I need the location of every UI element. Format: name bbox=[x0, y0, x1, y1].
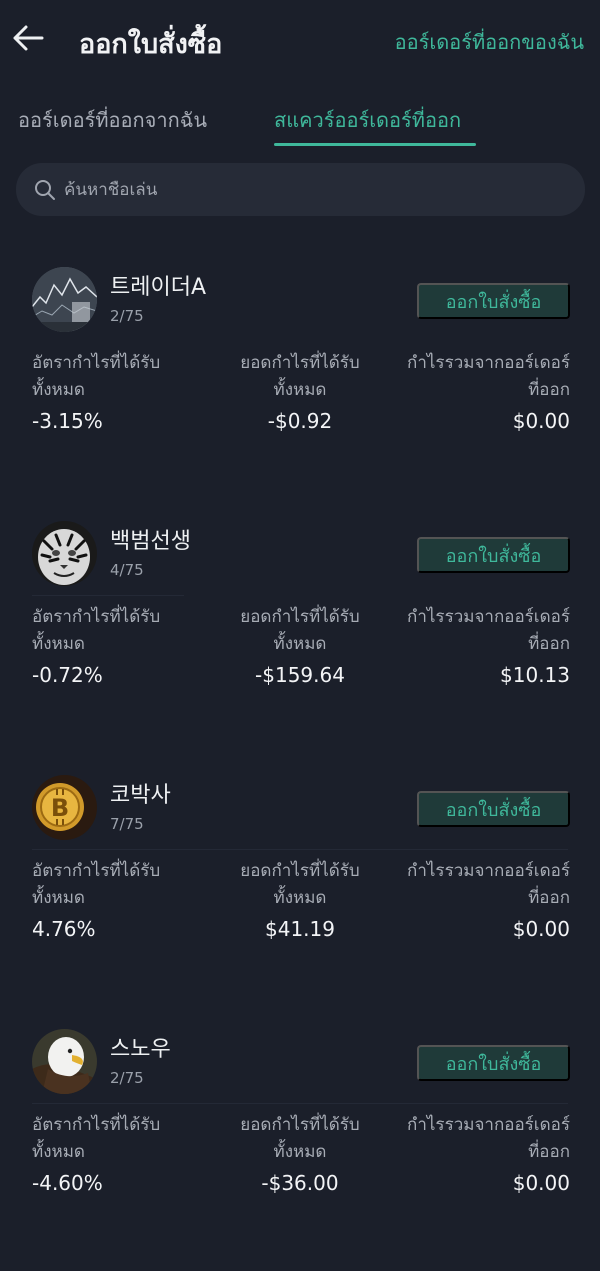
trader-card: B 코박사 7/75 ออกใบสั่งซื้อ อัตรากำไรที่ได้… bbox=[0, 763, 600, 1017]
follower-count: 4/75 bbox=[110, 561, 144, 579]
active-tab-indicator bbox=[274, 143, 476, 146]
trader-name: 트레이더A bbox=[110, 275, 207, 300]
trader-name: 백범선생 bbox=[110, 529, 191, 554]
back-button[interactable] bbox=[10, 20, 46, 56]
total-profit-value: $0.00 bbox=[512, 409, 570, 433]
profit-amount-value: -$0.92 bbox=[267, 409, 333, 433]
trader-name: 스노우 bbox=[110, 1037, 171, 1062]
total-profit-value: $0.00 bbox=[512, 917, 570, 941]
total-profit-label: กำไรรวมจากออร์เดอร์ที่ออก bbox=[407, 607, 570, 654]
total-profit-value: $0.00 bbox=[512, 1171, 570, 1195]
profit-rate-label: อัตรากำไรที่ได้รับทั้งหมด bbox=[32, 861, 161, 908]
chart-avatar bbox=[32, 267, 97, 332]
arrow-left-icon bbox=[13, 25, 44, 51]
copy-order-button[interactable]: ออกใบสั่งซื้อ bbox=[417, 537, 570, 573]
profit-amount-label: ยอดกำไรที่ได้รับทั้งหมด bbox=[240, 353, 360, 400]
trader-card: 트레이더A 2/75 ออกใบสั่งซื้อ อัตรากำไรที่ได้… bbox=[0, 255, 600, 509]
trader-card: 스노우 2/75 ออกใบสั่งซื้อ อัตรากำไรที่ได้รั… bbox=[0, 1017, 600, 1271]
profit-rate-value: -0.72% bbox=[32, 663, 103, 687]
copy-order-button[interactable]: ออกใบสั่งซื้อ bbox=[417, 1045, 570, 1081]
profit-amount-label: ยอดกำไรที่ได้รับทั้งหมด bbox=[240, 607, 360, 654]
trader-card: 백범선생 4/75 ออกใบสั่งซื้อ อัตรากำไรที่ได้ร… bbox=[0, 509, 600, 763]
search-bar[interactable] bbox=[16, 163, 585, 216]
tiger-avatar bbox=[32, 521, 97, 586]
eagle-avatar bbox=[32, 1029, 97, 1094]
follower-count: 7/75 bbox=[110, 815, 144, 833]
profit-rate-value: -4.60% bbox=[32, 1171, 103, 1195]
profit-amount-value: $41.19 bbox=[265, 917, 335, 941]
profit-amount-label: ยอดกำไรที่ได้รับทั้งหมด bbox=[240, 1115, 360, 1162]
total-profit-label: กำไรรวมจากออร์เดอร์ที่ออก bbox=[407, 353, 570, 400]
profit-rate-label: อัตรากำไรที่ได้รับทั้งหมด bbox=[32, 1115, 161, 1162]
profit-rate-label: อัตรากำไรที่ได้รับทั้งหมด bbox=[32, 353, 161, 400]
divider bbox=[32, 1103, 568, 1104]
profit-rate-label: อัตรากำไรที่ได้รับทั้งหมด bbox=[32, 607, 161, 654]
copy-order-button[interactable]: ออกใบสั่งซื้อ bbox=[417, 791, 570, 827]
profit-rate-value: 4.76% bbox=[32, 917, 96, 941]
profit-rate-value: -3.15% bbox=[32, 409, 103, 433]
header: ออกใบสั่งซื้อ ออร์เดอร์ที่ออกของฉัน bbox=[0, 0, 600, 82]
tab-square-orders[interactable]: สแควร์ออร์เดอร์ที่ออก bbox=[274, 104, 461, 136]
search-icon bbox=[35, 179, 55, 200]
profit-amount-label: ยอดกำไรที่ได้รับทั้งหมด bbox=[240, 861, 360, 908]
follower-count: 2/75 bbox=[110, 307, 144, 325]
tab-bar: ออร์เดอร์ที่ออกจากฉัน สแควร์ออร์เดอร์ที่… bbox=[0, 96, 600, 148]
total-profit-label: กำไรรวมจากออร์เดอร์ที่ออก bbox=[407, 861, 570, 908]
tab-my-orders[interactable]: ออร์เดอร์ที่ออกจากฉัน bbox=[18, 104, 207, 136]
profit-amount-value: -$159.64 bbox=[255, 663, 345, 687]
copy-order-button[interactable]: ออกใบสั่งซื้อ bbox=[417, 283, 570, 319]
svg-text:B: B bbox=[51, 794, 69, 822]
divider bbox=[32, 595, 184, 596]
trader-name: 코박사 bbox=[110, 783, 171, 808]
my-orders-link[interactable]: ออร์เดอร์ที่ออกของฉัน bbox=[395, 26, 584, 58]
total-profit-value: $10.13 bbox=[500, 663, 570, 687]
total-profit-label: กำไรรวมจากออร์เดอร์ที่ออก bbox=[407, 1115, 570, 1162]
search-input[interactable] bbox=[64, 179, 564, 200]
bitcoin-avatar: B bbox=[32, 775, 97, 840]
profit-amount-value: -$36.00 bbox=[261, 1171, 339, 1195]
page-title: ออกใบสั่งซื้อ bbox=[79, 29, 223, 60]
follower-count: 2/75 bbox=[110, 1069, 144, 1087]
divider bbox=[32, 849, 568, 850]
